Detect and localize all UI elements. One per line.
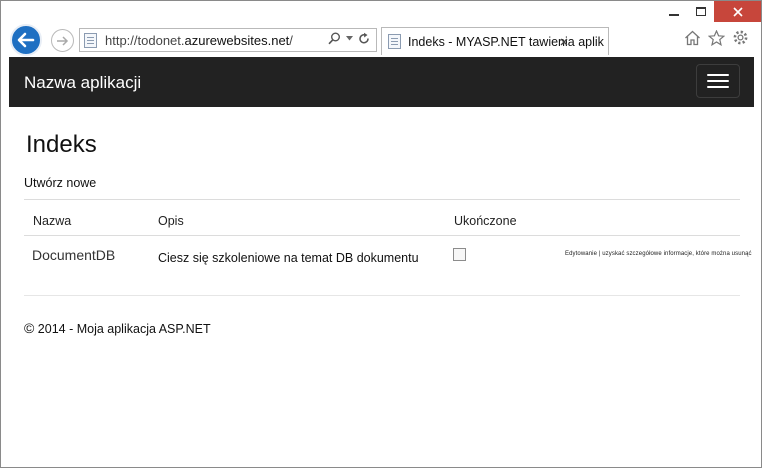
minimize-button[interactable] <box>660 1 687 22</box>
create-new-link[interactable]: Utwórz nowe <box>24 176 96 190</box>
table-cell-name: DocumentDB <box>32 247 116 263</box>
home-icon[interactable] <box>684 30 701 46</box>
footer: © 2014 - Moja aplikacja ASP.NET <box>24 320 211 336</box>
forward-arrow-icon <box>57 35 69 46</box>
address-tools <box>328 32 370 45</box>
completed-checkbox[interactable] <box>453 248 466 261</box>
settings-gear-icon[interactable] <box>732 29 749 46</box>
page-title: Indeks <box>26 131 97 158</box>
tab-close-icon[interactable] <box>560 38 568 46</box>
url-host: azurewebsites.net <box>184 33 290 48</box>
divider <box>24 199 740 200</box>
hamburger-menu-icon <box>707 80 729 82</box>
footer-divider <box>24 295 740 296</box>
url-prefix: http://todonet. <box>105 33 185 48</box>
browser-toolbar: http://todonet.azurewebsites.net/ Indeks… <box>1 23 761 57</box>
close-window-button[interactable] <box>714 1 761 22</box>
column-header-name: Nazwa <box>33 214 72 228</box>
back-button[interactable] <box>10 24 42 56</box>
tab-title: Indeks - MYASP.NET tawienia aplikacji. <box>408 35 604 49</box>
forward-button[interactable] <box>51 29 74 52</box>
navbar-brand[interactable]: Nazwa aplikacji <box>24 73 141 93</box>
app-navbar: Nazwa aplikacji <box>9 57 754 107</box>
dropdown-icon[interactable] <box>346 36 353 41</box>
url-text[interactable]: http://todonet.azurewebsites.net/ <box>105 33 293 48</box>
navbar-toggle-button[interactable] <box>696 64 740 98</box>
favorites-star-icon[interactable] <box>708 29 725 46</box>
maximize-icon <box>695 7 706 16</box>
back-arrow-icon <box>17 32 35 48</box>
address-bar[interactable]: http://todonet.azurewebsites.net/ <box>79 28 377 52</box>
page-content: Indeks Utwórz nowe Nazwa Opis Ukończone … <box>9 107 754 460</box>
copyright-symbol: © <box>24 320 35 336</box>
table-header-divider <box>24 235 740 236</box>
footer-text: 2014 - Moja aplikacja ASP.NET <box>34 322 211 336</box>
browser-right-tools <box>684 29 749 46</box>
window-controls <box>660 1 761 23</box>
search-icon[interactable] <box>328 32 341 45</box>
close-icon <box>732 6 743 17</box>
browser-window: http://todonet.azurewebsites.net/ Indeks… <box>0 0 762 468</box>
hamburger-menu-icon <box>707 74 729 76</box>
url-suffix: / <box>289 33 293 48</box>
tab-page-icon <box>388 34 401 49</box>
minimize-icon <box>668 13 679 16</box>
browser-tab[interactable]: Indeks - MYASP.NET tawienia aplikacji. <box>381 27 609 55</box>
column-header-completed: Ukończone <box>454 214 517 228</box>
column-header-description: Opis <box>158 214 184 228</box>
page-icon <box>84 33 97 48</box>
maximize-button[interactable] <box>687 1 714 22</box>
refresh-icon[interactable] <box>358 32 370 45</box>
hamburger-menu-icon <box>707 86 729 88</box>
row-action-links[interactable]: Edytowanie | uzyskać szczegółowe informa… <box>565 251 752 257</box>
table-cell-description: Ciesz się szkoleniowe na temat DB dokume… <box>158 251 419 265</box>
